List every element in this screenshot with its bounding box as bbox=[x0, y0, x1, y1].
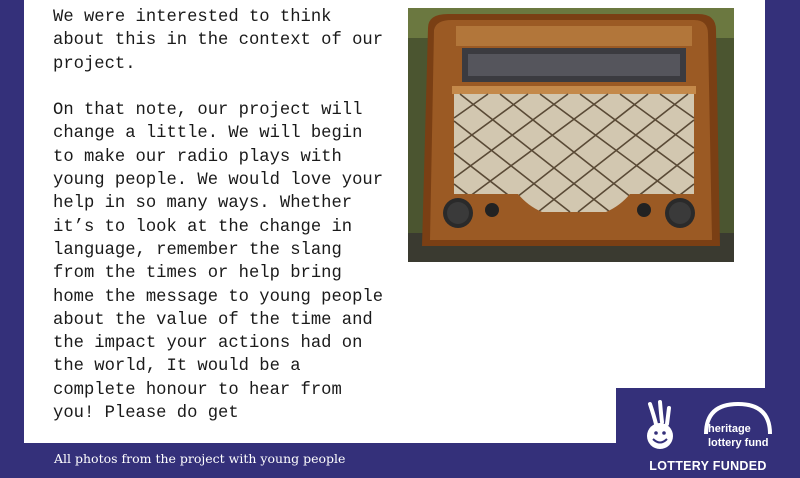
vintage-radio-photo bbox=[408, 8, 734, 262]
content-card: We were interested to think about this i… bbox=[24, 0, 765, 443]
logo-heritage-text: heritage bbox=[708, 423, 751, 435]
lottery-funded-label: LOTTERY FUNDED bbox=[649, 459, 767, 473]
paragraph-intro: We were interested to think about this i… bbox=[53, 8, 384, 74]
body-text: We were interested to think about this i… bbox=[53, 6, 393, 425]
paragraph-project: On that note, our project will change a … bbox=[53, 101, 384, 424]
heritage-lottery-fund-logo: heritage lottery fund bbox=[647, 400, 772, 449]
lottery-branding: heritage lottery fund LOTTERY FUNDED bbox=[616, 388, 800, 478]
photo-caption: All photos from the project with young p… bbox=[54, 451, 346, 466]
lottery-fingers-icon bbox=[647, 400, 673, 449]
logo-lottery-fund-text: lottery fund bbox=[708, 437, 769, 449]
